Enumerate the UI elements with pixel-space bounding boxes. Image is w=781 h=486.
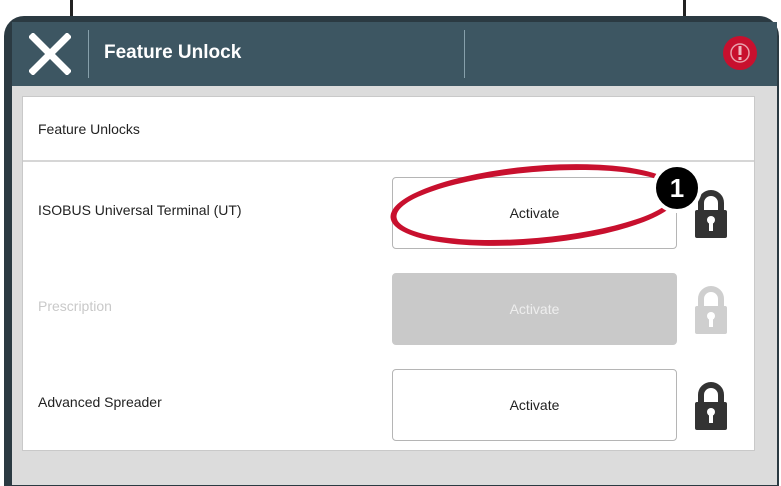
header-bar: Feature Unlock xyxy=(12,22,777,86)
section-title: Feature Unlocks xyxy=(23,97,754,162)
feature-unlock-panel: Feature Unlocks ISOBUS Universal Termina… xyxy=(22,96,755,451)
activate-button[interactable]: Activate xyxy=(392,369,677,441)
feature-row: Prescription Activate xyxy=(23,267,754,351)
feature-label: Advanced Spreader xyxy=(38,394,162,410)
feature-label: Prescription xyxy=(38,298,112,314)
activate-button-disabled: Activate xyxy=(392,273,677,345)
close-icon xyxy=(29,33,71,75)
lock-icon xyxy=(695,382,727,430)
close-button[interactable] xyxy=(12,22,88,86)
lock-icon xyxy=(695,286,727,334)
header-divider xyxy=(464,30,465,78)
content-area: Feature Unlocks ISOBUS Universal Termina… xyxy=(12,86,777,485)
feature-label: ISOBUS Universal Terminal (UT) xyxy=(38,202,242,218)
callout-number: 1 xyxy=(652,163,702,213)
device-bezel: Feature Unlock Feature Unlocks ISOBUS Un… xyxy=(0,0,781,486)
feature-row: Advanced Spreader Activate xyxy=(23,363,754,447)
page-title: Feature Unlock xyxy=(104,42,242,63)
warning-icon[interactable] xyxy=(723,36,757,70)
header-divider xyxy=(88,30,89,78)
